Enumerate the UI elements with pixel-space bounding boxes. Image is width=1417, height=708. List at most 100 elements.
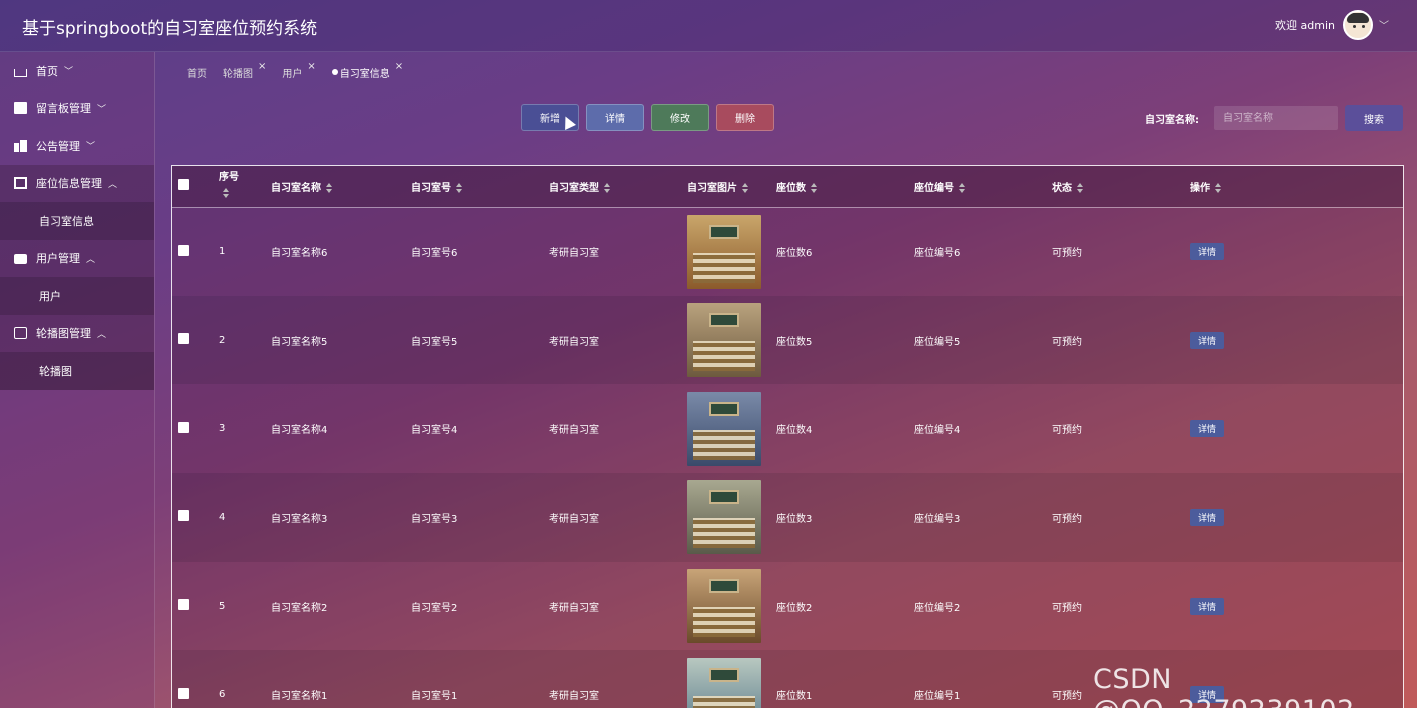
column-header[interactable]: 自习室图片 (687, 166, 776, 208)
row-select-cell (172, 473, 219, 562)
watermark: CSDN @QQ_2279239102 (1093, 664, 1354, 708)
study-room-thumbnail[interactable] (687, 569, 761, 644)
select-all-checkbox[interactable] (178, 179, 189, 191)
study-room-thumbnail[interactable] (687, 657, 761, 708)
close-icon[interactable]: × (307, 61, 315, 72)
table-row[interactable]: 1 自习室名称6 自习室号6 考研自习室 座位数6 座位编号6 可预约 详情 (172, 207, 1403, 296)
sidebar-subitem-carousel[interactable]: 轮播图 (0, 352, 154, 390)
row-checkbox[interactable] (178, 687, 189, 699)
column-header[interactable]: 自习室类型 (549, 166, 687, 208)
thumbnail-desks (693, 518, 755, 549)
column-header[interactable]: 状态 (1052, 166, 1190, 208)
sort-icon[interactable] (742, 182, 749, 193)
cell-status: 可预约 (1052, 425, 1082, 437)
close-icon[interactable]: × (395, 61, 403, 72)
row-detail-button[interactable]: 详情 (1190, 597, 1224, 615)
cell-no: 4 (219, 511, 226, 523)
row-checkbox[interactable] (178, 244, 189, 256)
cell-type: 考研自习室 (549, 602, 599, 614)
table-row[interactable]: 4 自习室名称3 自习室号3 考研自习室 座位数3 座位编号3 可预约 详情 (172, 473, 1403, 562)
cell-seat-no: 座位编号2 (914, 602, 961, 614)
column-label: 座位编号 (914, 182, 954, 194)
cell-name: 自习室名称3 (271, 513, 328, 525)
tab-bar: 首页 轮播图 × 用户 × 自习室信息 × (187, 61, 419, 80)
study-room-thumbnail[interactable] (687, 303, 761, 378)
sidebar-item-notice[interactable]: 公告管理 ﹀ (0, 127, 154, 165)
sidebar-subitem-user[interactable]: 用户 (0, 277, 154, 315)
sort-icon[interactable] (811, 182, 818, 193)
cell-status: 可预约 (1052, 248, 1082, 260)
row-checkbox[interactable] (178, 333, 189, 345)
tab-home[interactable]: 首页 (187, 65, 207, 80)
column-header[interactable]: 自习室名称 (271, 166, 411, 208)
avatar[interactable] (1343, 10, 1373, 40)
tab-carousel[interactable]: 轮播图 × (223, 61, 266, 80)
sort-icon[interactable] (604, 182, 611, 193)
sidebar-item-message-board[interactable]: 留言板管理 ﹀ (0, 90, 154, 128)
edit-button[interactable]: 修改 (651, 104, 709, 131)
message-board-icon (14, 102, 27, 115)
thumbnail-desks (693, 695, 755, 708)
sort-icon[interactable] (1215, 182, 1222, 193)
row-select-cell (172, 296, 219, 385)
study-room-thumbnail[interactable] (687, 480, 761, 555)
search-input[interactable] (1214, 106, 1338, 130)
cell-action: 详情 (1190, 384, 1403, 473)
tab-label: 首页 (187, 68, 207, 80)
tab-study-room-info[interactable]: 自习室信息 × (331, 61, 403, 80)
seat-icon (14, 177, 27, 190)
sort-icon[interactable] (959, 182, 966, 193)
row-checkbox[interactable] (178, 421, 189, 433)
sort-icon[interactable] (1077, 182, 1084, 193)
row-checkbox[interactable] (178, 599, 189, 611)
table-row[interactable]: 5 自习室名称2 自习室号2 考研自习室 座位数2 座位编号2 可预约 详情 (172, 561, 1403, 651)
column-label: 操作 (1190, 182, 1210, 194)
column-header[interactable]: 自习室号 (411, 166, 549, 208)
table-row[interactable]: 2 自习室名称5 自习室号5 考研自习室 座位数5 座位编号5 可预约 详情 (172, 295, 1403, 385)
sort-icon[interactable] (223, 188, 230, 199)
search-label: 自习室名称: (1145, 115, 1199, 126)
table-row[interactable]: 3 自习室名称4 自习室号4 考研自习室 座位数4 座位编号4 可预约 详情 (172, 384, 1403, 474)
row-detail-button[interactable]: 详情 (1190, 331, 1224, 349)
tab-label: 轮播图 (223, 68, 253, 80)
sidebar: 首页 ﹀ 留言板管理 ﹀ 公告管理 ﹀ 座位信息管理 ︿ 自习室信息 用户管理 … (0, 52, 155, 708)
cell-seats: 座位数3 (776, 513, 813, 525)
column-header[interactable]: 序号 (219, 166, 271, 208)
row-detail-button[interactable]: 详情 (1190, 243, 1224, 261)
detail-button[interactable]: 详情 (586, 104, 644, 131)
cell-room: 自习室号3 (411, 513, 458, 525)
sort-icon[interactable] (456, 182, 463, 193)
user-menu-chevron-icon[interactable]: ﹀ (1379, 17, 1389, 32)
row-detail-button[interactable]: 详情 (1190, 508, 1224, 526)
sidebar-item-home[interactable]: 首页 ﹀ (0, 52, 154, 90)
delete-button[interactable]: 删除 (716, 104, 774, 131)
tab-user[interactable]: 用户 × (282, 61, 315, 80)
row-select-cell (172, 207, 219, 296)
column-header[interactable]: 座位编号 (914, 166, 1052, 208)
row-checkbox[interactable] (178, 510, 189, 522)
cell-room: 自习室号4 (411, 425, 458, 437)
sort-icon[interactable] (326, 182, 333, 193)
cell-type: 考研自习室 (549, 336, 599, 348)
cell-no: 2 (219, 334, 226, 346)
sidebar-subitem-study-room[interactable]: 自习室信息 (0, 202, 154, 240)
sidebar-item-carousel[interactable]: 轮播图管理 ︿ (0, 314, 154, 352)
close-icon[interactable]: × (258, 61, 266, 72)
sidebar-item-seat-info[interactable]: 座位信息管理 ︿ (0, 164, 154, 202)
cell-seat-no: 座位编号5 (914, 336, 961, 348)
search-button[interactable]: 搜索 (1345, 105, 1403, 131)
sidebar-subitem-label: 自习室信息 (39, 214, 94, 228)
sidebar-item-users[interactable]: 用户管理 ︿ (0, 239, 154, 277)
column-header[interactable]: 座位数 (776, 166, 914, 208)
column-label: 座位数 (776, 182, 806, 194)
avatar-hair (1347, 13, 1369, 23)
chevron-up-icon: ︿ (86, 254, 96, 265)
tab-label: 自习室信息 (339, 68, 390, 80)
table-header-row: 序号 自习室名称 自习室号 自习室类型 自习室图片 座位数 座位编号 状态 操作 (172, 166, 1403, 208)
sidebar-item-label: 座位信息管理 (36, 177, 102, 191)
study-room-thumbnail[interactable] (687, 214, 761, 289)
row-detail-button[interactable]: 详情 (1190, 420, 1224, 438)
column-label: 状态 (1052, 182, 1072, 194)
column-header[interactable]: 操作 (1190, 166, 1403, 208)
study-room-thumbnail[interactable] (687, 391, 761, 466)
